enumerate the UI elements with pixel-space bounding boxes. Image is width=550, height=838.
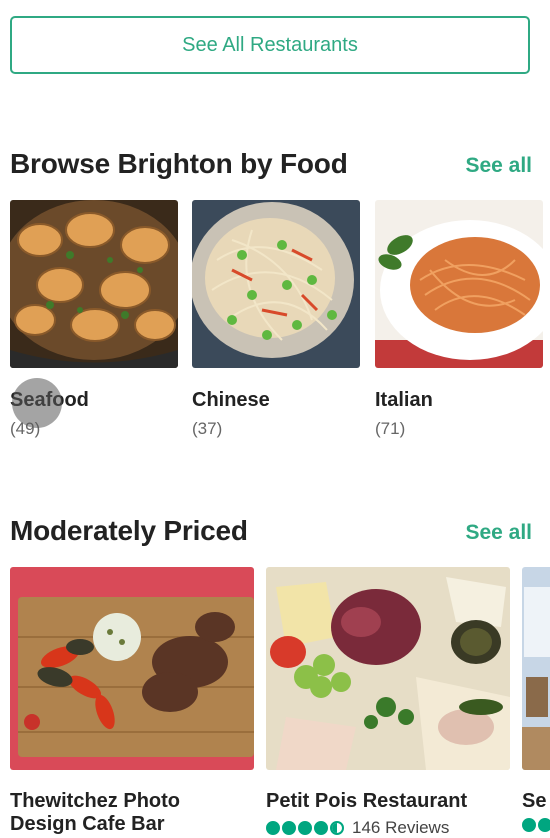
restaurant-name-third: Se <box>522 790 547 812</box>
restaurant-name-line1: Thewitchez Photo <box>10 790 180 812</box>
italian-image <box>375 200 543 368</box>
rating-bubble-icon <box>298 821 312 835</box>
petit-pois-image <box>266 567 510 770</box>
food-count-italian: (71) <box>375 419 406 438</box>
rating-bubbles-third <box>522 818 550 832</box>
food-name-chinese: Chinese <box>192 389 270 411</box>
food-card-italian[interactable] <box>375 200 543 368</box>
food-name-italian: Italian <box>375 389 433 411</box>
rating-bubbles: 146 Reviews <box>266 818 449 838</box>
chinese-image <box>192 200 360 368</box>
rating-bubble-icon <box>266 821 280 835</box>
restaurant-card-third[interactable] <box>522 567 550 770</box>
review-count: 146 Reviews <box>352 818 450 837</box>
rating-half-bubble-icon <box>330 821 344 835</box>
food-section-title: Browse Brighton by Food <box>10 148 348 179</box>
restaurant-name-petit-pois: Petit Pois Restaurant <box>266 790 468 812</box>
food-card-chinese[interactable] <box>192 200 360 368</box>
restaurant-card-thewitchez[interactable] <box>10 567 254 770</box>
restaurant-name-line2: Design Cafe Bar <box>10 813 165 835</box>
price-section-title: Moderately Priced <box>10 515 248 546</box>
see-all-restaurants-button[interactable]: See All Restaurants <box>10 16 530 74</box>
thewitchez-image <box>10 567 254 770</box>
third-restaurant-image <box>522 567 550 770</box>
touch-indicator <box>12 378 62 428</box>
rating-bubble-icon <box>314 821 328 835</box>
food-see-all-link[interactable]: See all <box>465 154 532 178</box>
food-count-chinese: (37) <box>192 419 223 438</box>
seafood-image <box>10 200 178 368</box>
price-see-all-link[interactable]: See all <box>465 521 532 545</box>
food-card-seafood[interactable] <box>10 200 178 368</box>
restaurant-card-petit-pois[interactable] <box>266 567 510 770</box>
rating-bubble-icon <box>538 818 550 832</box>
see-all-restaurants-label: See All Restaurants <box>182 33 358 56</box>
restaurant-name-thewitchez: Thewitchez Photo Design Cafe Bar <box>10 790 180 836</box>
rating-bubble-icon <box>522 818 536 832</box>
rating-bubble-icon <box>282 821 296 835</box>
